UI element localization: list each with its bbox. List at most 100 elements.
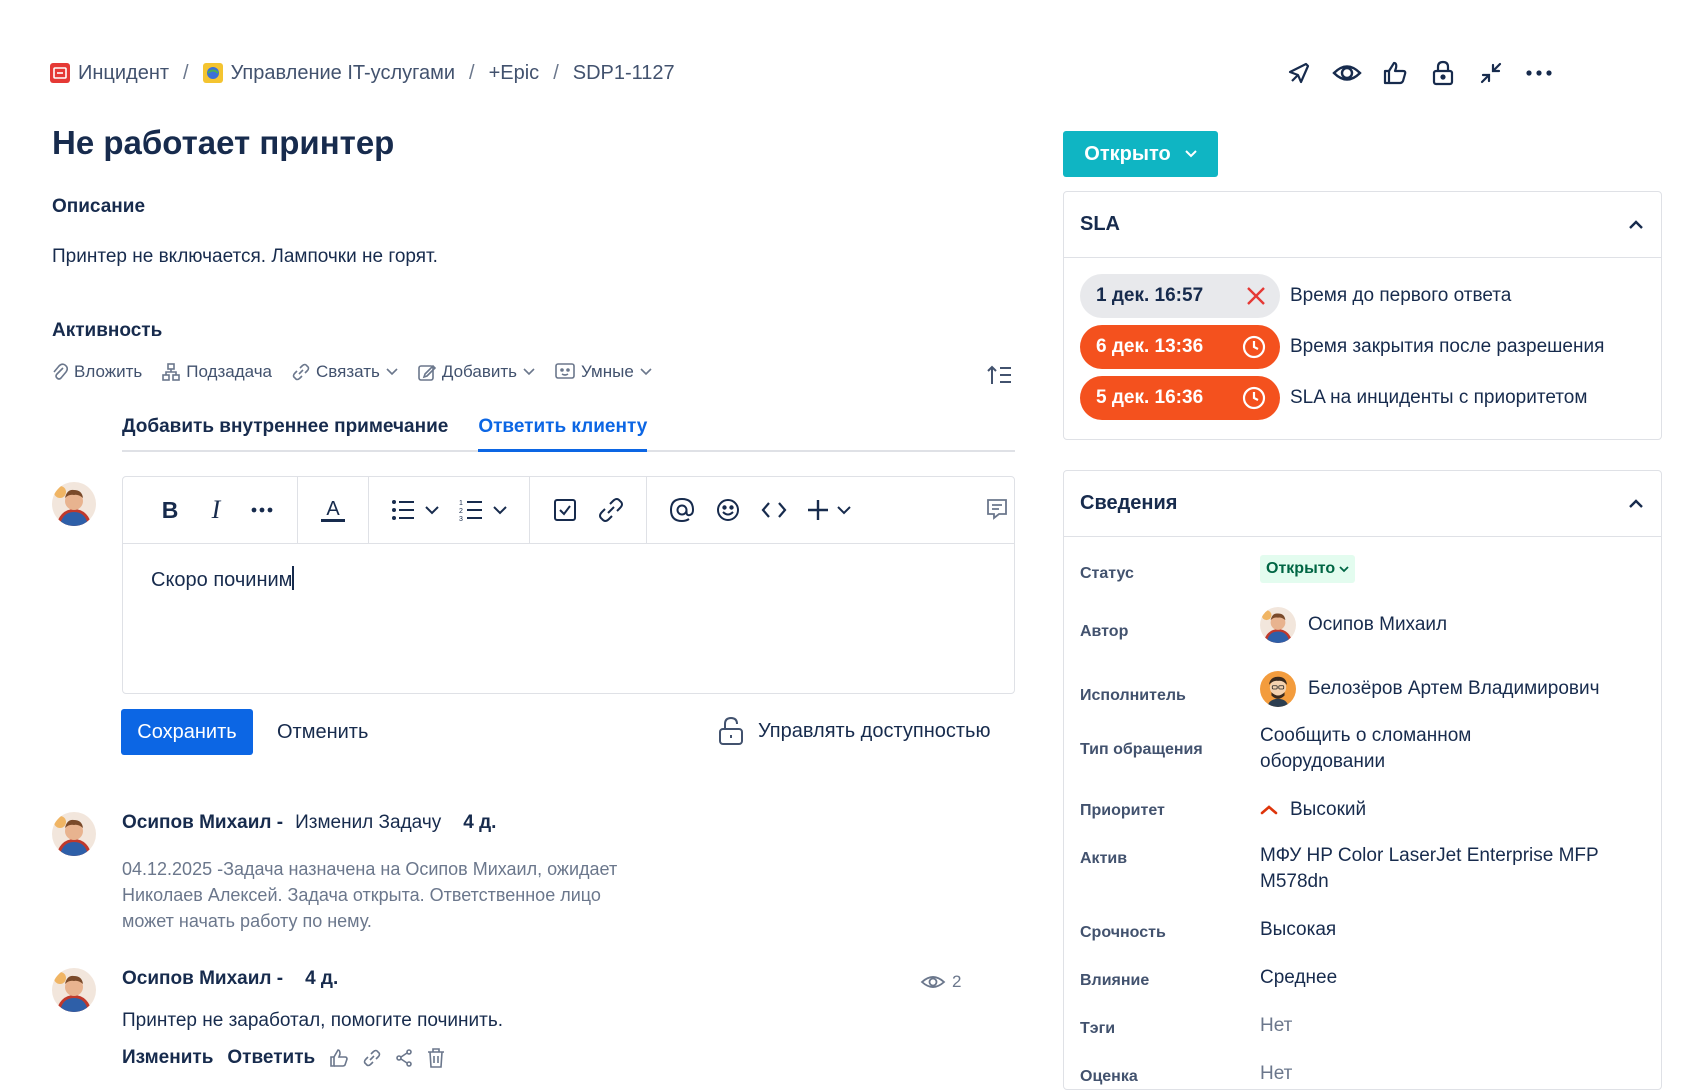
entry-author[interactable]: Осипов Михаил - <box>122 812 283 834</box>
impact-field[interactable]: Среднее <box>1260 965 1337 991</box>
sla-label: SLA на инциденты с приоритетом <box>1290 387 1588 408</box>
save-button[interactable]: Сохранить <box>121 709 253 755</box>
insert-group <box>530 476 647 544</box>
like-icon[interactable] <box>329 1048 349 1068</box>
sla-panel: SLA 1 дек. 16:57 Время до первого ответа… <box>1063 191 1662 440</box>
svg-text:2: 2 <box>459 508 463 515</box>
code-button[interactable] <box>761 495 787 525</box>
plus-icon <box>808 500 828 520</box>
chevron-up-icon <box>1629 220 1643 229</box>
trash-icon[interactable] <box>427 1048 445 1068</box>
entry-actions: Изменить Ответить <box>122 1047 445 1069</box>
chevron-down-icon <box>523 368 535 376</box>
bold-button[interactable]: B <box>157 495 183 525</box>
tab-internal-note[interactable]: Добавить внутреннее примечание <box>122 416 448 450</box>
mention-button[interactable] <box>669 495 695 525</box>
sla-time-pill: 1 дек. 16:57 <box>1080 274 1280 318</box>
sla-time: 6 дек. 13:36 <box>1096 336 1204 357</box>
tags-field[interactable]: Нет <box>1260 1013 1292 1039</box>
close-icon <box>1247 287 1265 305</box>
urgency-field[interactable]: Высокая <box>1260 917 1336 943</box>
rating-field-label: Оценка <box>1080 1068 1138 1085</box>
description-text[interactable]: Принтер не включается. Лампочки не горят… <box>52 246 438 268</box>
author-field-label: Автор <box>1080 623 1129 640</box>
sla-label: Время до первого ответа <box>1290 285 1512 306</box>
subtask-button[interactable]: Подзадача <box>162 362 272 382</box>
breadcrumb-label: +Epic <box>488 61 540 84</box>
tab-reply-customer[interactable]: Ответить клиенту <box>478 416 648 452</box>
breadcrumb-separator: / <box>183 61 189 84</box>
clock-icon <box>1242 386 1266 410</box>
insert-link-button[interactable] <box>598 495 624 525</box>
tags-field-label: Тэги <box>1080 1020 1116 1037</box>
chevron-down-icon <box>425 505 439 514</box>
sla-row: 5 дек. 16:36 SLA на инциденты с приорите… <box>1080 376 1587 420</box>
urgency-field-label: Срочность <box>1080 924 1166 941</box>
entry-author[interactable]: Осипов Михаил - <box>122 968 283 990</box>
more-icon[interactable] <box>1524 58 1554 88</box>
collapse-icon[interactable] <box>1476 58 1506 88</box>
author-field[interactable]: Осипов Михаил <box>1260 607 1447 643</box>
rating-field[interactable]: Нет <box>1260 1061 1292 1087</box>
status-lozenge[interactable]: Открыто <box>1260 555 1356 583</box>
request-type-line: оборудовании <box>1260 751 1386 772</box>
breadcrumb-item-project[interactable]: Управление IT-услугами <box>202 61 456 85</box>
reply-comment-button[interactable]: Ответить <box>227 1047 315 1069</box>
entry-time: 4 д. <box>305 968 339 989</box>
watch-icon[interactable] <box>1332 58 1362 88</box>
checklist-button[interactable] <box>552 495 578 525</box>
insert-more-button[interactable] <box>807 495 851 525</box>
sla-row: 6 дек. 13:36 Время закрытия после разреш… <box>1080 325 1604 369</box>
eye-icon <box>920 976 946 988</box>
editor-textarea[interactable]: Скоро починим <box>123 544 1014 614</box>
italic-button[interactable]: I <box>203 495 229 525</box>
chevron-down-icon <box>640 368 652 376</box>
assignee-field[interactable]: Белозёров Артем Владимирович <box>1260 671 1600 707</box>
smart-button[interactable]: Умные <box>555 362 652 382</box>
breadcrumb-separator: / <box>553 61 559 84</box>
smart-icon <box>555 363 575 379</box>
share-icon[interactable] <box>395 1049 413 1067</box>
details-title: Сведения <box>1080 492 1178 514</box>
manage-access-button[interactable]: Управлять доступностью <box>718 716 990 746</box>
asset-field[interactable]: МФУ HP Color LaserJet Enterprise MFP M57… <box>1260 843 1599 895</box>
attach-button[interactable]: Вложить <box>52 362 142 382</box>
mention-icon <box>669 497 695 523</box>
priority-high-icon <box>1260 805 1278 815</box>
link-button[interactable]: Связать <box>292 362 398 382</box>
details-panel-header[interactable]: Сведения <box>1064 471 1661 537</box>
views-counter: 2 <box>920 972 961 992</box>
sort-order-button[interactable] <box>987 364 1013 386</box>
link-icon[interactable] <box>363 1049 381 1067</box>
status-transition-button[interactable]: Открыто <box>1063 131 1218 177</box>
feedback-icon[interactable] <box>1284 58 1314 88</box>
like-icon[interactable] <box>1380 58 1410 88</box>
cancel-button[interactable]: Отменить <box>277 721 368 744</box>
breadcrumb-label: Управление IT-услугами <box>230 61 456 84</box>
entry-text-line: Николаев Алексей. Задача открыта. Ответс… <box>122 885 601 905</box>
link-icon <box>292 363 310 381</box>
bullet-list-button[interactable] <box>391 495 439 525</box>
subtask-icon <box>162 363 181 381</box>
impact-field-label: Влияние <box>1080 972 1150 989</box>
text-color-button[interactable]: A <box>320 495 346 525</box>
add-button[interactable]: Добавить <box>418 362 535 382</box>
avatar <box>52 968 96 1012</box>
breadcrumb-item-epic[interactable]: +Epic <box>489 62 540 85</box>
chevron-down-icon <box>837 505 851 514</box>
sla-panel-header[interactable]: SLA <box>1064 192 1661 258</box>
numbered-list-button[interactable]: 123 <box>459 495 507 525</box>
request-type-field[interactable]: Сообщить о сломанном оборудовании <box>1260 723 1471 775</box>
edit-comment-button[interactable]: Изменить <box>122 1047 213 1069</box>
emoji-button[interactable] <box>715 495 741 525</box>
priority-field[interactable]: Высокий <box>1260 797 1366 823</box>
sla-label: Время закрытия после разрешения <box>1290 336 1605 357</box>
unlock-icon <box>719 716 743 745</box>
breadcrumb-item-incident[interactable]: Инцидент <box>50 62 169 85</box>
more-formatting-button[interactable] <box>249 495 275 525</box>
editor-toolbar: B I A 123 <box>123 476 1014 544</box>
lock-icon[interactable] <box>1428 58 1458 88</box>
status-field: Открыто <box>1260 555 1356 583</box>
comment-templates-button[interactable] <box>985 497 1009 521</box>
breadcrumb-item-issue-key[interactable]: SDP1-1127 <box>573 62 675 85</box>
